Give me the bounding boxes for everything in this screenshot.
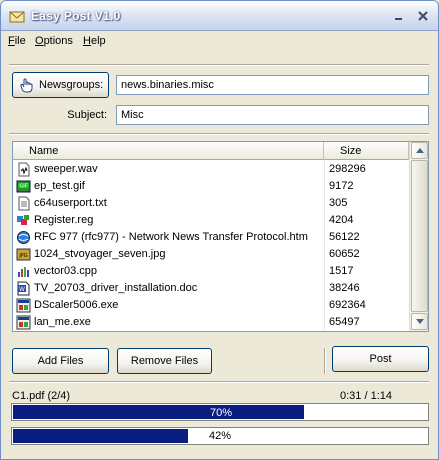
file-list[interactable]: Name Size sweeper.wav 298296 GIF ep_test.gi… — [12, 141, 429, 332]
remove-files-label: Remove Files — [130, 355, 199, 367]
file-size: 305 — [329, 197, 348, 209]
subject-label: Subject: — [67, 109, 107, 121]
menu-file-label: ile — [14, 35, 26, 47]
file-list-row[interactable]: RFC 977 (rfc977) - Network News Transfer… — [13, 229, 409, 246]
jpg-image-icon: JPG — [16, 247, 31, 262]
file-size: 56122 — [329, 231, 360, 243]
file-list-row[interactable]: sweeper.wav 298296 — [13, 161, 409, 178]
menu-options-accel: O — [35, 35, 44, 47]
cpp-file-icon — [16, 264, 31, 279]
file-name: TV_20703_driver_installation.doc — [34, 282, 198, 294]
current-file-status: C1.pdf (2/4) — [12, 390, 71, 402]
svg-text:GIF: GIF — [19, 184, 27, 190]
svg-text:W: W — [19, 286, 25, 293]
file-size: 60652 — [329, 248, 360, 260]
column-header-size[interactable]: Size — [324, 142, 409, 160]
window-title: Easy Post V1.0 — [31, 9, 121, 23]
file-name: 1024_stvoyager_seven.jpg — [34, 248, 166, 260]
menu-help[interactable]: Help — [83, 35, 106, 47]
file-progress-label-inverse: 70% — [209, 407, 233, 419]
scroll-down-button[interactable] — [411, 313, 428, 330]
file-size: 38246 — [329, 282, 360, 294]
separator-bottom — [9, 381, 429, 383]
app-envelope-icon — [9, 9, 25, 23]
add-files-button[interactable]: Add Files — [12, 348, 109, 374]
file-name: Register.reg — [34, 214, 94, 226]
file-size: 1517 — [329, 265, 354, 277]
easy-post-window: Easy Post V1.0 File Options Help Newsgro… — [0, 0, 439, 460]
file-list-header: Name Size — [13, 142, 409, 160]
file-list-row[interactable]: W TV_20703_driver_installation.doc 38246 — [13, 280, 409, 297]
file-list-row[interactable]: c64userport.txt 305 — [13, 195, 409, 212]
scroll-up-button[interactable] — [411, 142, 428, 159]
column-header-name[interactable]: Name — [13, 142, 324, 160]
total-progress-bar: 42% 42% — [11, 427, 429, 445]
exe-file-icon — [16, 298, 31, 313]
minimize-icon[interactable] — [390, 8, 408, 24]
menu-bar: File Options Help — [1, 31, 438, 51]
registry-file-icon — [16, 213, 31, 228]
file-list-row[interactable]: GIF ep_test.gif 9172 — [13, 178, 409, 195]
scroll-thumb[interactable] — [411, 160, 428, 312]
elapsed-time: 0:31 / 1:14 — [340, 390, 392, 402]
subject-input[interactable]: Misc — [116, 105, 429, 125]
word-document-icon: W — [16, 281, 31, 296]
newsgroups-button-label: Newsgroups: — [39, 79, 104, 91]
exe-file-icon — [16, 315, 31, 330]
file-name: DScaler5006.exe — [34, 299, 119, 311]
add-files-label: Add Files — [37, 355, 84, 367]
file-name: sweeper.wav — [34, 163, 98, 175]
file-name: vector03.cpp — [34, 265, 97, 277]
file-list-row[interactable]: Register.reg 4204 — [13, 212, 409, 229]
file-size: 9172 — [329, 180, 354, 192]
separator-top — [9, 64, 429, 66]
hand-pointer-icon — [20, 78, 34, 96]
total-progress-label-inverse: 42% — [13, 429, 188, 443]
audio-file-icon — [16, 162, 31, 177]
text-file-icon — [16, 196, 31, 211]
file-list-row[interactable]: JPG 1024_stvoyager_seven.jpg 60652 — [13, 246, 409, 263]
file-name: RFC 977 (rfc977) - Network News Transfer… — [34, 231, 308, 243]
title-bar[interactable]: Easy Post V1.0 — [1, 1, 438, 31]
html-file-icon — [16, 230, 31, 245]
file-progress-fill: 70% — [13, 405, 304, 419]
remove-files-button[interactable]: Remove Files — [117, 348, 212, 374]
file-list-row[interactable]: vector03.cpp 1517 — [13, 263, 409, 280]
svg-text:JPG: JPG — [18, 253, 27, 259]
post-button[interactable]: Post — [332, 346, 429, 372]
file-name: ep_test.gif — [34, 180, 85, 192]
gif-image-icon: GIF — [16, 179, 31, 194]
menu-help-accel: H — [83, 35, 91, 47]
menu-help-label: elp — [90, 35, 106, 47]
file-size: 65497 — [329, 316, 360, 328]
menu-options[interactable]: Options — [35, 35, 73, 47]
menu-file[interactable]: File — [8, 35, 26, 47]
file-list-row[interactable]: lan_me.exe 65497 — [13, 314, 409, 331]
file-size: 298296 — [329, 163, 366, 175]
file-size: 692364 — [329, 299, 366, 311]
file-progress-bar: 70% 70% — [11, 403, 429, 421]
file-size: 4204 — [329, 214, 354, 226]
menu-options-label: ptions — [43, 35, 73, 47]
close-icon[interactable] — [414, 8, 432, 24]
separator-middle — [9, 133, 429, 135]
file-name: c64userport.txt — [34, 197, 107, 209]
total-progress-fill: 42% — [13, 429, 188, 443]
newsgroups-button[interactable]: Newsgroups: — [12, 72, 109, 98]
menu-file-accel: F — [8, 35, 15, 47]
button-divider — [324, 348, 326, 374]
file-name: lan_me.exe — [34, 316, 91, 328]
file-list-scrollbar[interactable] — [409, 142, 428, 331]
newsgroups-input[interactable]: news.binaries.misc — [116, 75, 429, 95]
file-list-row[interactable]: DScaler5006.exe 692364 — [13, 297, 409, 314]
post-label: Post — [369, 353, 392, 365]
